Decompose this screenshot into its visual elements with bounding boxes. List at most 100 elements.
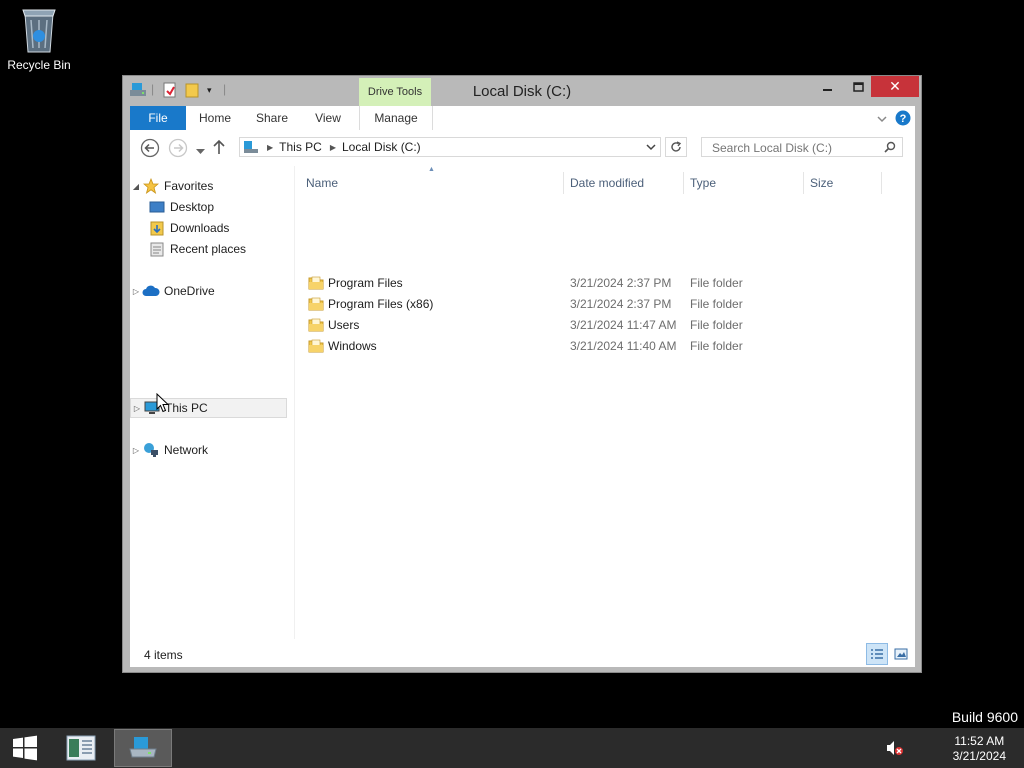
- nav-onedrive[interactable]: ▷ OneDrive: [130, 281, 287, 301]
- breadcrumb-separator-icon[interactable]: ▶: [267, 143, 273, 152]
- downloads-icon: [148, 220, 166, 236]
- folder-icon: [308, 276, 324, 293]
- tab-share[interactable]: Share: [248, 106, 296, 130]
- volume-muted-button[interactable]: [880, 728, 910, 768]
- recycle-bin-label: Recycle Bin: [7, 58, 71, 72]
- taskbar-file-explorer[interactable]: [114, 729, 172, 767]
- clock-date: 3/21/2024: [952, 749, 1006, 763]
- refresh-icon: [671, 141, 682, 152]
- explorer-body: ◢ Favorites Desktop Downloads Recent pla…: [130, 166, 915, 643]
- expand-icon[interactable]: ▷: [130, 287, 142, 296]
- title-bar[interactable]: | ▾ | Drive Tools Local Disk (C:) ✕: [123, 76, 921, 106]
- nav-desktop[interactable]: Desktop: [130, 197, 287, 217]
- forward-arrow-icon: [168, 138, 188, 158]
- file-name: Windows: [328, 339, 377, 353]
- list-item[interactable]: Program Files 3/21/2024 2:37 PM File fol…: [300, 273, 900, 294]
- tab-file[interactable]: File: [130, 106, 186, 130]
- details-view-icon: [871, 649, 883, 659]
- folder-icon: [308, 339, 324, 356]
- help-icon[interactable]: ?: [895, 110, 911, 129]
- file-date: 3/21/2024 2:37 PM: [570, 297, 672, 311]
- recycle-bin-icon: [22, 9, 56, 53]
- close-icon: ✕: [889, 78, 901, 94]
- details-view-button[interactable]: [866, 643, 888, 665]
- search-box[interactable]: [701, 137, 903, 157]
- list-item[interactable]: Program Files (x86) 3/21/2024 2:37 PM Fi…: [300, 294, 900, 315]
- address-bar[interactable]: ▶ This PC ▶ Local Disk (C:): [239, 137, 661, 157]
- file-type: File folder: [690, 276, 743, 290]
- close-button[interactable]: ✕: [871, 76, 919, 97]
- file-date: 3/21/2024 2:37 PM: [570, 276, 672, 290]
- recent-places-icon: [148, 241, 166, 257]
- file-type: File folder: [690, 297, 743, 311]
- file-name: Users: [328, 318, 360, 332]
- windows-logo-icon: [13, 735, 37, 761]
- nav-this-pc[interactable]: ▷ This PC: [130, 398, 287, 418]
- column-header-size[interactable]: Size: [804, 172, 882, 194]
- tab-manage[interactable]: Manage: [359, 106, 433, 130]
- up-button[interactable]: [212, 139, 226, 158]
- collapse-icon[interactable]: ◢: [130, 182, 142, 191]
- column-header-type[interactable]: Type: [684, 172, 804, 194]
- large-icons-view-icon: [894, 648, 908, 660]
- folder-icon: [308, 318, 324, 335]
- build-watermark: Build 9600: [951, 709, 1018, 725]
- file-explorer-icon: [129, 737, 157, 758]
- minimize-button[interactable]: [813, 76, 843, 97]
- column-header-date-modified[interactable]: Date modified: [564, 172, 684, 194]
- file-name: Program Files (x86): [328, 297, 434, 311]
- window-title: Local Disk (C:): [472, 83, 572, 100]
- breadcrumb-this-pc[interactable]: This PC: [279, 140, 322, 154]
- file-date: 3/21/2024 11:40 AM: [570, 339, 677, 353]
- taskbar: 11:52 AM 3/21/2024: [0, 728, 1024, 768]
- mouse-cursor: [156, 393, 170, 413]
- system-clock[interactable]: 11:52 AM 3/21/2024: [953, 734, 1006, 764]
- expand-ribbon-icon[interactable]: [877, 112, 887, 126]
- svg-text:?: ?: [900, 113, 907, 125]
- recycle-bin-shortcut[interactable]: Recycle Bin: [6, 6, 72, 72]
- list-item[interactable]: Windows 3/21/2024 11:40 AM File folder: [300, 336, 900, 357]
- nav-label: Desktop: [170, 200, 215, 214]
- back-arrow-icon: [140, 138, 160, 158]
- star-icon: [142, 178, 160, 194]
- file-name: Program Files: [328, 276, 403, 290]
- file-type: File folder: [690, 318, 743, 332]
- start-button[interactable]: [0, 728, 50, 768]
- file-type: File folder: [690, 339, 743, 353]
- nav-label: This PC: [165, 401, 208, 415]
- column-header-name[interactable]: Name: [300, 172, 564, 194]
- nav-label: Network: [164, 443, 209, 457]
- nav-favorites[interactable]: ◢ Favorites: [130, 176, 287, 196]
- server-manager-icon: [66, 735, 96, 761]
- tab-view[interactable]: View: [306, 106, 350, 130]
- nav-label: OneDrive: [164, 284, 215, 298]
- nav-recent-places[interactable]: Recent places: [130, 239, 287, 259]
- search-icon[interactable]: [884, 141, 896, 156]
- refresh-button[interactable]: [665, 137, 687, 157]
- maximize-icon: [852, 81, 864, 92]
- address-dropdown-icon[interactable]: [646, 143, 656, 151]
- breadcrumb-separator-icon[interactable]: ▶: [330, 143, 336, 152]
- back-button[interactable]: [140, 138, 160, 161]
- list-item[interactable]: Users 3/21/2024 11:47 AM File folder: [300, 315, 900, 336]
- tab-home[interactable]: Home: [192, 106, 238, 130]
- desktop-icon: [148, 200, 166, 214]
- nav-downloads[interactable]: Downloads: [130, 218, 287, 238]
- maximize-button[interactable]: [843, 76, 873, 97]
- ribbon-tabs: File Home Share View Manage ?: [130, 106, 915, 131]
- this-pc-icon: [243, 140, 259, 154]
- expand-icon[interactable]: ▷: [131, 404, 143, 413]
- taskbar-server-manager[interactable]: [58, 728, 104, 768]
- clock-time: 11:52 AM: [954, 734, 1005, 748]
- expand-icon[interactable]: ▷: [130, 446, 142, 455]
- navigation-bar: ▶ This PC ▶ Local Disk (C:): [130, 130, 915, 166]
- breadcrumb-local-disk[interactable]: Local Disk (C:): [342, 140, 421, 154]
- nav-network[interactable]: ▷ Network: [130, 440, 287, 460]
- large-icons-view-button[interactable]: [890, 643, 912, 665]
- forward-button[interactable]: [168, 138, 188, 161]
- search-input[interactable]: [710, 140, 879, 156]
- recent-locations-icon[interactable]: [196, 144, 205, 158]
- explorer-window: | ▾ | Drive Tools Local Disk (C:) ✕ File…: [122, 75, 922, 673]
- network-icon: [142, 442, 160, 458]
- nav-label: Recent places: [170, 242, 247, 256]
